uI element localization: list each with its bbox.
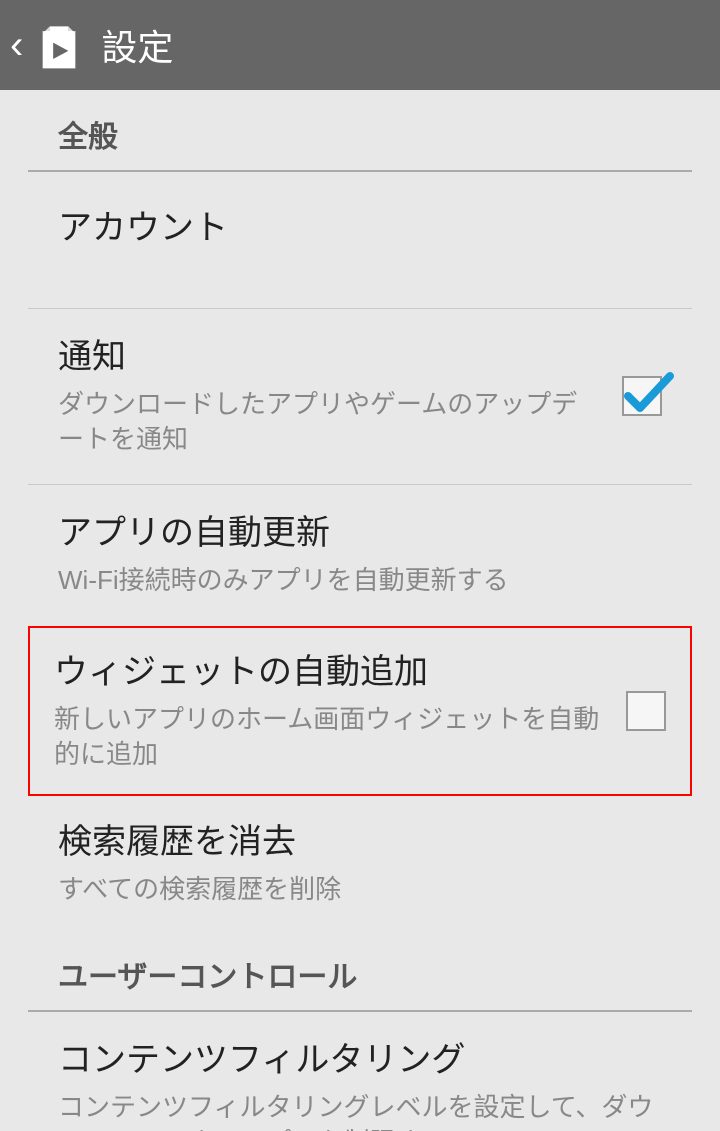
item-subtitle: すべての検索履歴を削除 [58,872,662,907]
item-account[interactable]: アカウント [28,172,692,309]
item-subtitle: Wi-Fi接続時のみアプリを自動更新する [58,563,662,598]
highlight-widget-auto-add: ウィジェットの自動追加 新しいアプリのホーム画面ウィジェットを自動的に追加 [28,626,692,796]
item-auto-update[interactable]: アプリの自動更新 Wi-Fi接続時のみアプリを自動更新する [28,485,692,624]
item-subtitle: コンテンツフィルタリングレベルを設定して、ダウンロードできるアプリを制限する [58,1090,662,1131]
checkbox-notification[interactable] [622,376,662,416]
settings-list: 全般 アカウント 通知 ダウンロードしたアプリやゲームのアップデートを通知 アプ… [0,90,720,1131]
item-title: ウィジェットの自動追加 [54,650,606,694]
item-subtitle: ダウンロードしたアプリやゲームのアップデートを通知 [58,387,602,457]
section-user-control: ユーザーコントロール [28,930,692,1012]
section-general: 全般 [28,90,692,172]
item-title: 検索履歴を消去 [58,820,662,864]
section-title: 全般 [58,121,118,154]
item-widget-auto-add[interactable]: ウィジェットの自動追加 新しいアプリのホーム画面ウィジェットを自動的に追加 [30,628,690,794]
item-title: アプリの自動更新 [58,511,662,555]
checkbox-widget-auto-add[interactable] [626,691,666,731]
item-title: 通知 [58,335,602,379]
item-title: コンテンツフィルタリング [58,1038,662,1082]
page-title: 設定 [101,19,173,71]
item-content-filter[interactable]: コンテンツフィルタリング コンテンツフィルタリングレベルを設定して、ダウンロード… [28,1012,692,1131]
item-notification[interactable]: 通知 ダウンロードしたアプリやゲームのアップデートを通知 [28,309,692,484]
item-title: アカウント [58,206,662,250]
item-clear-history[interactable]: 検索履歴を消去 すべての検索履歴を削除 [28,798,692,929]
section-title: ユーザーコントロール [58,961,357,994]
play-store-icon[interactable] [31,17,87,73]
app-header: ‹ 設定 [0,0,720,90]
back-chevron-icon[interactable]: ‹ [8,25,27,65]
item-subtitle: 新しいアプリのホーム画面ウィジェットを自動的に追加 [54,702,606,772]
